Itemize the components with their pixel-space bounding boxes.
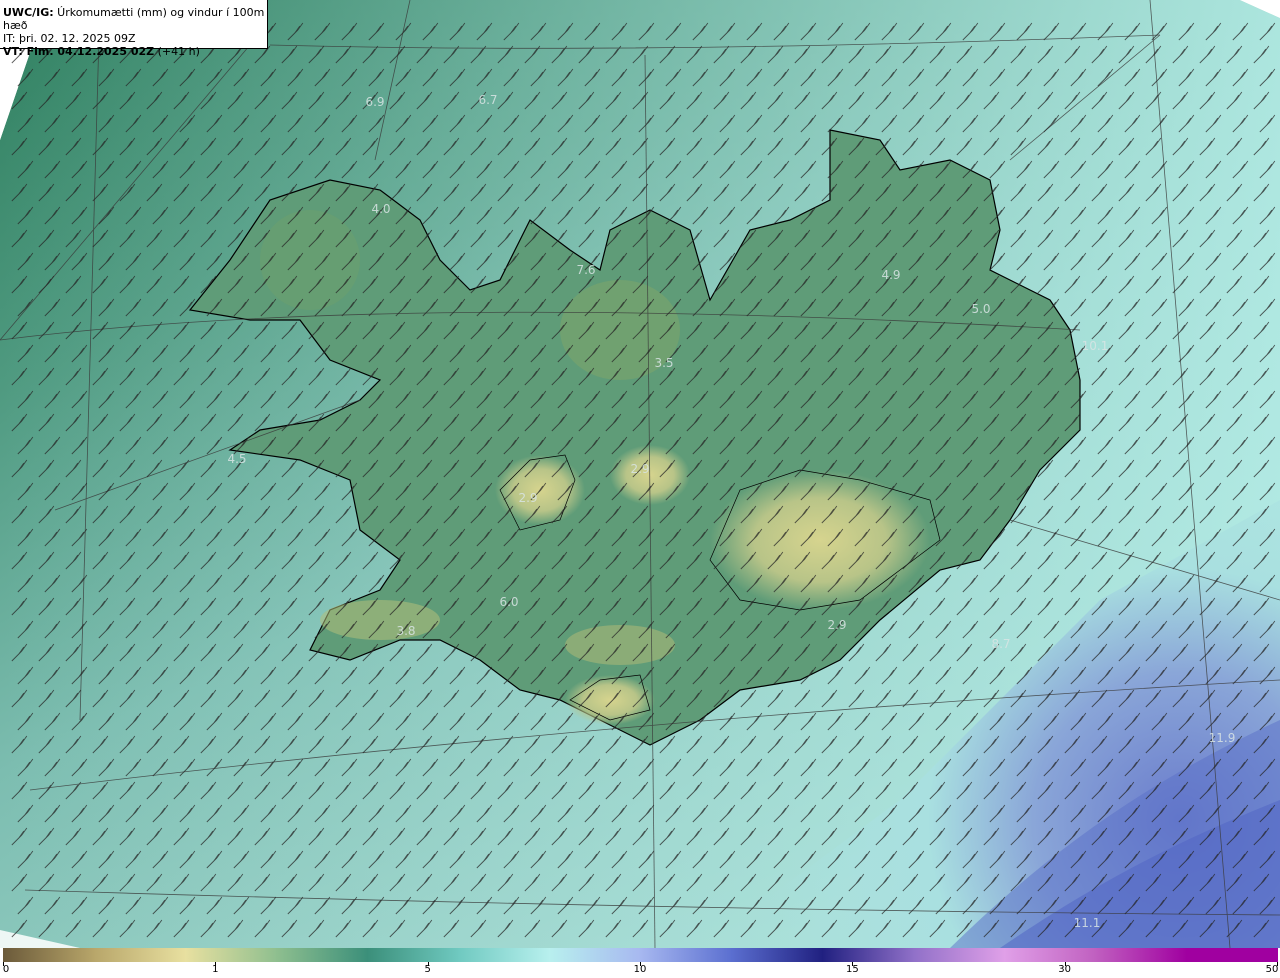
- precipitation-map: 6.9 6.7 4.0 7.6 4.9 5.0 10.1 3.5 4.5 2.9…: [0, 0, 1280, 948]
- colorbar-segment: [185, 948, 277, 962]
- colorbar-segment: [367, 948, 459, 962]
- value-label: 3.5: [654, 356, 673, 370]
- colorbar-tick-label: 15: [845, 964, 859, 975]
- value-label: 6.7: [478, 93, 497, 107]
- colorbar-strip: [3, 948, 1278, 962]
- colorbar-segment: [94, 948, 186, 962]
- value-label: 5.0: [971, 302, 990, 316]
- colorbar-segment: [731, 948, 823, 962]
- colorbar-segment: [822, 948, 914, 962]
- value-label: 11.1: [1074, 916, 1101, 930]
- colorbar-segment: [1004, 948, 1096, 962]
- value-label: 4.5: [227, 452, 246, 466]
- colorbar-tick-label: 0: [2, 964, 10, 975]
- value-label: 7.6: [576, 263, 595, 277]
- initial-time: IT: þri. 02. 12. 2025 09Z: [3, 32, 136, 45]
- value-label: 6.0: [499, 595, 518, 609]
- value-label: 3.8: [396, 624, 415, 638]
- value-label: 2.9: [518, 491, 537, 505]
- value-label: 2.9: [827, 618, 846, 632]
- colorbar-segment: [3, 948, 95, 962]
- colorbar-segment: [913, 948, 1005, 962]
- colorbar-segment: [458, 948, 550, 962]
- value-label: 10.1: [1082, 339, 1109, 353]
- value-label: 4.0: [371, 202, 390, 216]
- colorbar-tick-label: 50: [1265, 964, 1279, 975]
- colorbar-segment: [640, 948, 732, 962]
- value-label: 11.9: [1209, 731, 1236, 745]
- colorbar-segment: [1095, 948, 1187, 962]
- value-label: 8.7: [991, 637, 1010, 651]
- colorbar-legend: 0 1 5 10 15 30 50: [0, 948, 1280, 978]
- value-label: 2.9: [630, 462, 649, 476]
- colorbar-tick-label: 1: [212, 964, 219, 975]
- colorbar-tick-label: 10: [633, 964, 647, 975]
- colorbar-segment: [1186, 948, 1278, 962]
- map-info-header: UWC/IG: Úrkomumætti (mm) og vindur í 100…: [0, 0, 268, 58]
- valid-time: VT: Fim. 04.12.2025 02Z (+41 h): [3, 45, 200, 58]
- colorbar-segment: [276, 948, 368, 962]
- value-label: 6.9: [365, 95, 384, 109]
- colorbar-segment: [549, 948, 641, 962]
- colorbar-tick-label: 5: [424, 964, 431, 975]
- value-label: 4.9: [881, 268, 900, 282]
- product-title: UWC/IG: Úrkomumætti (mm) og vindur í 100…: [3, 6, 265, 32]
- map-view: 6.9 6.7 4.0 7.6 4.9 5.0 10.1 3.5 4.5 2.9…: [0, 0, 1280, 978]
- colorbar-tick-label: 30: [1058, 964, 1072, 975]
